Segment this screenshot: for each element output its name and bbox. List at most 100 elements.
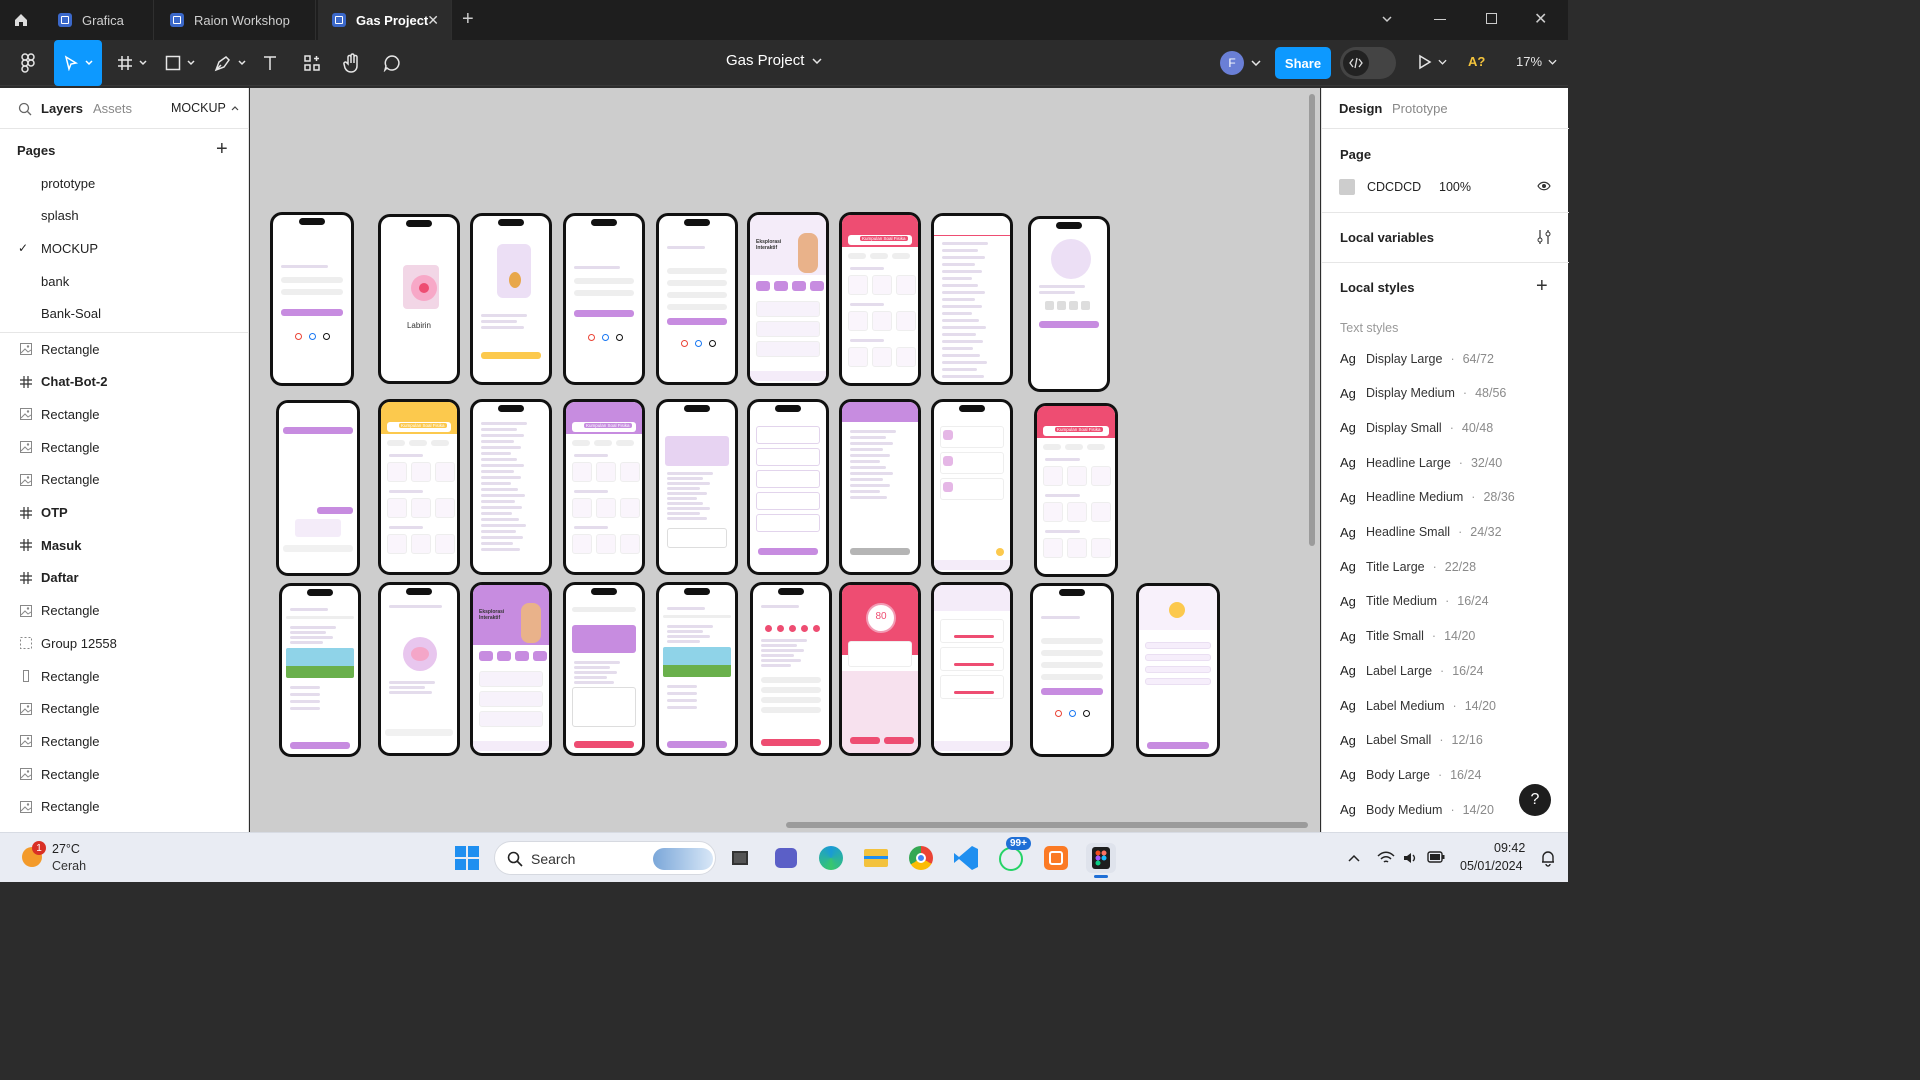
text-style-item[interactable]: Ag Label Medium · 14/20	[1340, 698, 1496, 713]
variables-icon[interactable]	[1537, 229, 1551, 245]
file-explorer-icon[interactable]	[861, 843, 891, 873]
new-tab-button[interactable]: +	[462, 8, 474, 30]
user-avatar[interactable]: F	[1220, 51, 1244, 75]
phone-mockup[interactable]: Eksplorasi Interaktif	[747, 212, 829, 386]
help-button[interactable]: ?	[1519, 784, 1551, 816]
phone-mockup[interactable]	[470, 213, 552, 385]
layer-item[interactable]: Rectangle	[0, 660, 249, 692]
close-window-button[interactable]: ✕	[1534, 9, 1547, 29]
move-tool-button[interactable]	[54, 40, 102, 86]
chrome-icon[interactable]	[906, 843, 936, 873]
phone-mockup[interactable]	[839, 399, 921, 575]
layer-item[interactable]: Group 12558	[0, 627, 249, 659]
phone-mockup[interactable]: Eksplorasi Interaktif	[470, 582, 552, 756]
task-view-icon[interactable]	[726, 843, 756, 873]
phone-mockup[interactable]	[656, 582, 738, 756]
taskbar-search[interactable]: Search	[494, 841, 716, 875]
start-button[interactable]	[454, 845, 480, 871]
file-name-dropdown[interactable]: Gas Project	[726, 52, 856, 69]
chevron-down-icon[interactable]	[1251, 60, 1261, 66]
shape-tool-button[interactable]	[160, 46, 200, 80]
page-color-swatch[interactable]	[1339, 179, 1355, 195]
phone-mockup[interactable]	[931, 399, 1013, 575]
horizontal-scrollbar[interactable]	[786, 822, 1308, 828]
layer-item[interactable]: Rectangle	[0, 398, 249, 430]
page-item[interactable]: ✓ MOCKUP	[0, 232, 249, 264]
phone-mockup[interactable]: Kumpulan Soal Fisika	[839, 212, 921, 386]
add-page-button[interactable]: +	[216, 138, 228, 160]
tab-assets[interactable]: Assets	[93, 101, 132, 116]
xampp-icon[interactable]	[1041, 843, 1071, 873]
text-style-item[interactable]: Ag Headline Medium · 28/36	[1340, 490, 1515, 505]
dev-mode-toggle[interactable]	[1340, 47, 1396, 79]
vertical-scrollbar[interactable]	[1309, 94, 1315, 546]
search-icon[interactable]	[18, 102, 32, 116]
weather-widget[interactable]: 1 27°C Cerah	[20, 839, 120, 877]
whatsapp-icon[interactable]: 99+	[996, 837, 1031, 873]
text-style-item[interactable]: Ag Title Large · 22/28	[1340, 559, 1476, 574]
comment-tool-button[interactable]	[380, 46, 404, 80]
text-style-item[interactable]: Ag Display Medium · 48/56	[1340, 386, 1506, 401]
wifi-icon[interactable]	[1377, 851, 1395, 865]
phone-mockup[interactable]	[1028, 216, 1110, 392]
phone-mockup[interactable]	[656, 399, 738, 575]
text-style-item[interactable]: Ag Headline Large · 32/40	[1340, 455, 1502, 470]
phone-mockup[interactable]	[470, 399, 552, 575]
phone-mockup[interactable]	[378, 582, 460, 756]
phone-mockup[interactable]	[270, 212, 354, 386]
layer-item[interactable]: OTP	[0, 497, 249, 529]
frame-tool-button[interactable]	[112, 46, 152, 80]
page-opacity-value[interactable]: 100%	[1439, 180, 1471, 194]
text-style-item[interactable]: Ag Label Small · 12/16	[1340, 733, 1483, 748]
phone-mockup[interactable]	[279, 583, 361, 757]
page-item[interactable]: Bank-Soal	[0, 298, 249, 330]
text-style-item[interactable]: Ag Body Large · 16/24	[1340, 767, 1481, 782]
layer-item[interactable]: Rectangle	[0, 431, 249, 463]
chevron-up-icon[interactable]	[1348, 854, 1360, 862]
tab-raion-workshop[interactable]: Raion Workshop	[156, 0, 316, 40]
notification-bell-icon[interactable]	[1540, 849, 1556, 867]
page-item[interactable]: bank	[0, 265, 249, 297]
phone-mockup[interactable]	[656, 213, 738, 385]
layer-item[interactable]: Rectangle	[0, 333, 249, 365]
text-style-item[interactable]: Ag Display Large · 64/72	[1340, 351, 1494, 366]
phone-mockup[interactable]	[750, 582, 832, 756]
layer-item[interactable]: Rectangle	[0, 758, 249, 790]
layer-item[interactable]: Rectangle	[0, 464, 249, 496]
tab-gas-project[interactable]: Gas Project ✕	[318, 0, 452, 40]
phone-mockup[interactable]	[563, 213, 645, 385]
minimize-button[interactable]	[1434, 19, 1446, 20]
vscode-icon[interactable]	[951, 843, 981, 873]
text-style-item[interactable]: Ag Body Medium · 14/20	[1340, 802, 1494, 817]
layer-item[interactable]: Rectangle	[0, 595, 249, 627]
page-item[interactable]: splash	[0, 200, 249, 232]
edge-icon[interactable]	[816, 843, 846, 873]
chevron-down-icon[interactable]	[1380, 12, 1394, 26]
phone-mockup[interactable]: Kumpulan Soal Fisika	[563, 399, 645, 575]
share-button[interactable]: Share	[1275, 47, 1331, 79]
figma-app-icon[interactable]	[1086, 843, 1116, 878]
text-style-item[interactable]: Ag Label Large · 16/24	[1340, 663, 1483, 678]
hand-tool-button[interactable]	[340, 46, 364, 80]
page-selector[interactable]: MOCKUP	[171, 101, 239, 115]
present-button[interactable]	[1418, 54, 1447, 70]
zoom-dropdown[interactable]: 17%	[1516, 54, 1557, 69]
phone-mockup[interactable]	[1030, 583, 1114, 757]
main-menu-button[interactable]	[10, 46, 46, 80]
phone-mockup[interactable]	[1136, 583, 1220, 757]
text-style-item[interactable]: Ag Title Medium · 16/24	[1340, 594, 1489, 609]
layer-item[interactable]: Daftar	[0, 562, 249, 594]
text-tool-button[interactable]	[258, 46, 282, 80]
tab-prototype[interactable]: Prototype	[1392, 101, 1448, 116]
text-style-item[interactable]: Ag Headline Small · 24/32	[1340, 525, 1502, 540]
phone-mockup[interactable]	[747, 399, 829, 575]
text-style-item[interactable]: Ag Title Small · 14/20	[1340, 629, 1475, 644]
layer-item[interactable]: Rectangle	[0, 791, 249, 823]
eye-icon[interactable]	[1537, 181, 1551, 191]
tab-layers[interactable]: Layers	[41, 101, 83, 116]
text-style-item[interactable]: Ag Display Small · 40/48	[1340, 420, 1493, 435]
teams-icon[interactable]	[771, 843, 801, 873]
phone-mockup[interactable]	[276, 400, 360, 576]
phone-mockup[interactable]	[563, 582, 645, 756]
layer-item[interactable]: Chat-Bot-2	[0, 366, 249, 398]
